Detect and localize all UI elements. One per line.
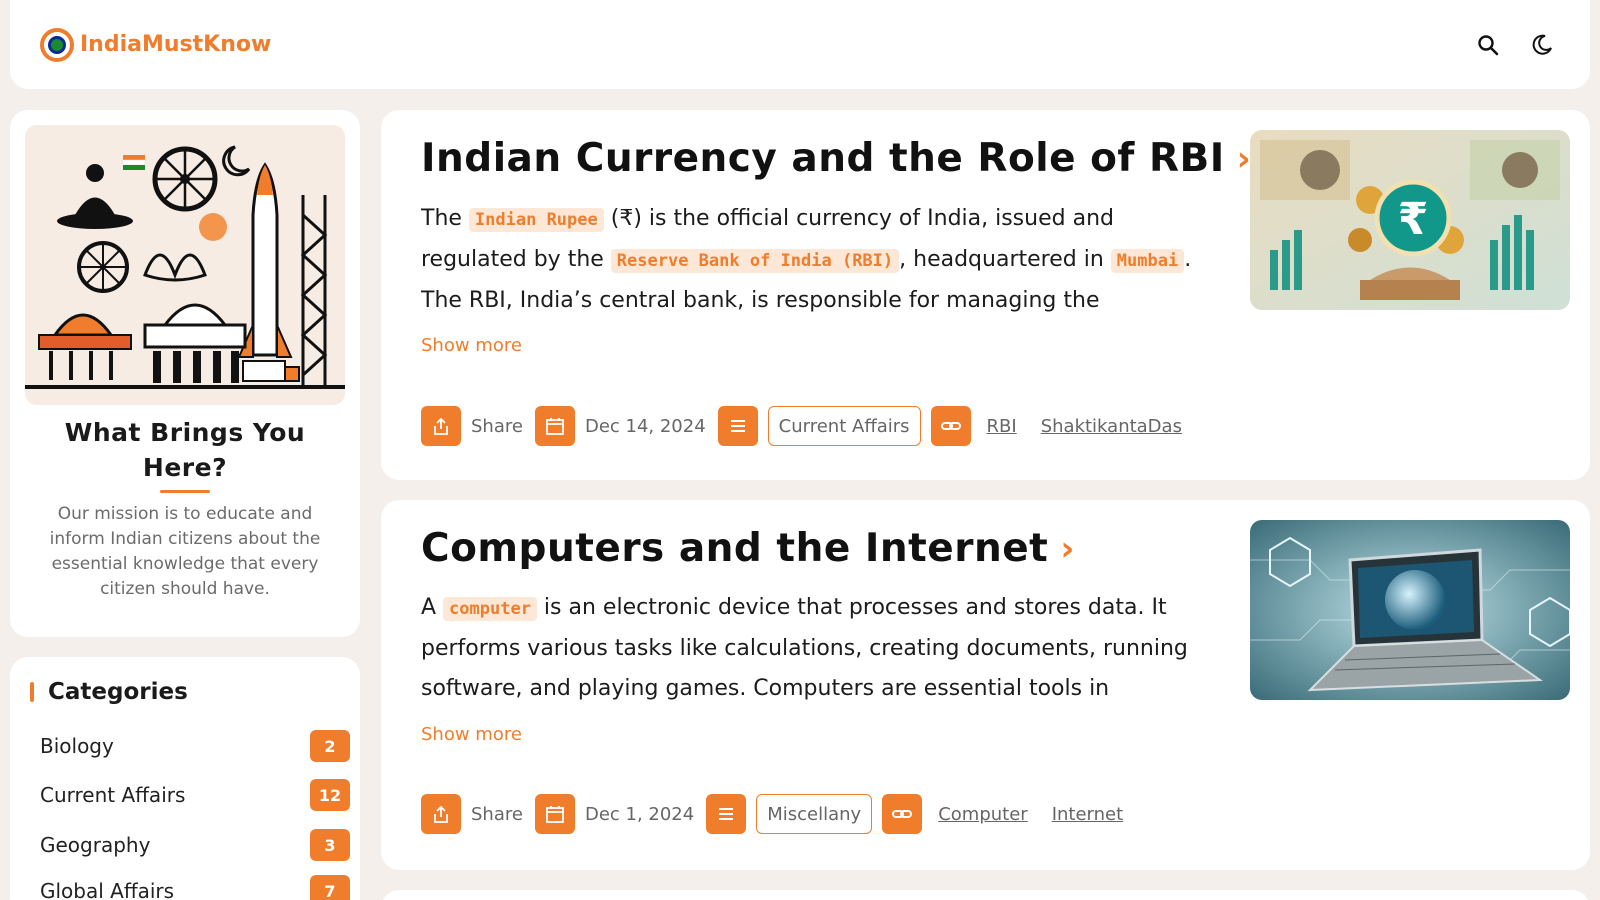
categories-card: Categories Biology 2 Current Affairs 12 …: [10, 657, 360, 900]
post-thumbnail[interactable]: ₹: [1250, 130, 1570, 310]
link-icon: [882, 794, 923, 834]
post-title: Computers and the Internet: [421, 526, 1049, 571]
category-item-global-affairs[interactable]: Global Affairs 7: [40, 875, 350, 900]
category-count-badge: 2: [310, 730, 350, 762]
category-icon: [706, 794, 747, 834]
excerpt-text: is an electronic device that processes a…: [421, 595, 1188, 701]
brand-link[interactable]: IndiaMustKnow: [40, 27, 272, 62]
category-count-badge: 12: [310, 779, 350, 811]
share-icon[interactable]: [421, 406, 461, 446]
chevron-right-icon: ›: [1060, 528, 1075, 569]
show-more-link[interactable]: Show more: [421, 335, 522, 356]
keyword-tag: computer: [443, 597, 537, 621]
svg-text:₹: ₹: [1398, 194, 1429, 245]
post-card: [381, 890, 1590, 900]
post-title-link[interactable]: Computers and the Internet ›: [421, 526, 1075, 571]
category-pill[interactable]: Miscellany: [756, 794, 873, 834]
tag-link[interactable]: Computer: [938, 804, 1027, 825]
category-icon: [717, 406, 758, 446]
post-meta: Share Dec 14, 2024 Current Affairs RBI S…: [421, 406, 1182, 446]
post-title: Indian Currency and the Role of RBI: [421, 136, 1225, 181]
share-label[interactable]: Share: [471, 804, 523, 825]
search-icon[interactable]: [1474, 31, 1502, 59]
tag-link[interactable]: Internet: [1052, 804, 1123, 825]
post-card: Computers and the Internet › A computer …: [381, 500, 1590, 870]
category-count-badge: 7: [310, 875, 350, 900]
share-label[interactable]: Share: [471, 416, 523, 437]
post-thumbnail[interactable]: [1250, 520, 1570, 700]
mission-text: Our mission is to educate and inform Ind…: [49, 504, 321, 599]
calendar-icon: [534, 406, 575, 446]
post-title-link[interactable]: Indian Currency and the Role of RBI ›: [421, 136, 1251, 181]
share-icon[interactable]: [421, 794, 461, 834]
brand-name: IndiaMustKnow: [80, 32, 272, 57]
excerpt-text: , headquartered in: [899, 247, 1111, 272]
tag-link[interactable]: RBI: [987, 416, 1017, 437]
mission-card: What Brings You Here? Our mission is to …: [10, 110, 360, 637]
excerpt-text: A: [421, 595, 444, 620]
india-illustration: [25, 125, 345, 405]
show-more-link[interactable]: Show more: [421, 724, 522, 745]
logo-icon: [40, 27, 74, 62]
category-name: Global Affairs: [40, 879, 175, 900]
category-item-geography[interactable]: Geography 3: [40, 829, 350, 861]
link-icon: [930, 406, 971, 446]
category-name: Geography: [40, 833, 151, 857]
keyword-tag: Reserve Bank of India (RBI): [610, 249, 900, 273]
post-excerpt: The Indian Rupee (₹) is the official cur…: [421, 199, 1211, 319]
category-count-badge: 3: [310, 829, 350, 861]
post-date: Dec 14, 2024: [584, 415, 706, 437]
excerpt-text: The: [421, 206, 469, 231]
post-excerpt: A computer is an electronic device that …: [421, 588, 1211, 708]
category-item-biology[interactable]: Biology 2: [40, 730, 350, 762]
moon-icon[interactable]: [1528, 31, 1556, 59]
categories-heading: Categories: [30, 679, 188, 705]
post-card: Indian Currency and the Role of RBI › Th…: [381, 110, 1590, 480]
category-item-current-affairs[interactable]: Current Affairs 12: [40, 779, 350, 811]
keyword-tag: Indian Rupee: [468, 208, 604, 232]
category-pill[interactable]: Current Affairs: [767, 406, 921, 446]
calendar-icon: [534, 794, 575, 834]
keyword-tag: Mumbai: [1110, 249, 1185, 273]
post-meta: Share Dec 1, 2024 Miscellany Computer In…: [421, 794, 1123, 834]
heading-accent-bar: [30, 682, 34, 702]
category-name: Current Affairs: [40, 783, 186, 807]
tag-link[interactable]: ShaktikantaDas: [1041, 416, 1182, 437]
top-header: IndiaMustKnow: [10, 0, 1590, 89]
category-name: Biology: [40, 734, 114, 758]
mission-title: What Brings You Here?: [64, 418, 306, 482]
categories-heading-label: Categories: [48, 679, 188, 705]
post-date: Dec 1, 2024: [584, 803, 695, 825]
title-underline: [160, 490, 210, 493]
